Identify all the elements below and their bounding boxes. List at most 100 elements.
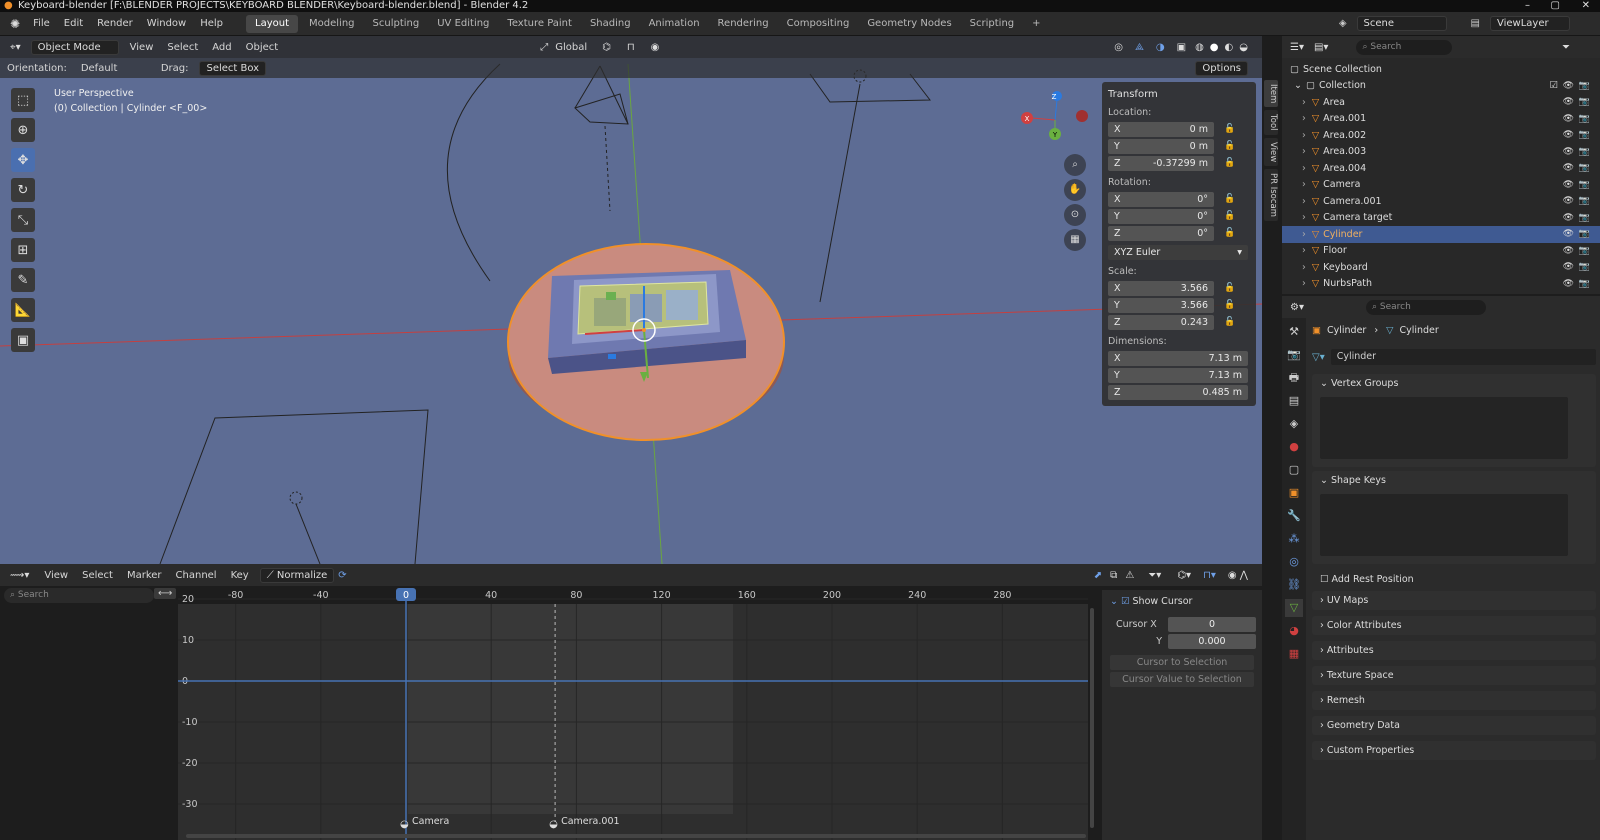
display-mode-icon[interactable]: ▤▾ <box>1314 42 1328 53</box>
visibility-icon[interactable]: ◎ <box>1114 42 1123 53</box>
properties-editor-icon[interactable]: ⚙▾ <box>1290 302 1304 313</box>
render-icon[interactable]: 📷 <box>1579 147 1590 157</box>
lock-icon[interactable]: 🔓 <box>1224 228 1238 238</box>
shape-keys-list[interactable] <box>1320 494 1568 556</box>
material-shading-icon[interactable]: ◐ <box>1225 42 1234 53</box>
outliner-item[interactable]: › ▽ Area.002 👁 📷 <box>1282 127 1600 144</box>
mesh-name-field[interactable]: Cylinder <box>1330 349 1596 365</box>
tab-uv-editing[interactable]: UV Editing <box>428 12 498 36</box>
cursor-tool-icon[interactable]: ⊕ <box>11 118 35 142</box>
cursor-y-field[interactable]: 0.000 <box>1168 634 1256 649</box>
cursor-value-to-selection-button[interactable]: Cursor Value to Selection <box>1110 672 1254 687</box>
collapsed-panel[interactable]: › Texture Space <box>1312 666 1596 685</box>
graph-menu-marker[interactable]: Marker <box>120 570 169 581</box>
outliner-editor-icon[interactable]: ☰▾ <box>1290 42 1304 53</box>
tab-scripting[interactable]: Scripting <box>961 12 1023 36</box>
tab-geometry-nodes[interactable]: Geometry Nodes <box>858 12 960 36</box>
camera-view-icon[interactable]: ⊙ <box>1064 204 1086 226</box>
eye-icon[interactable]: 👁 <box>1563 229 1574 239</box>
particles-tab-icon[interactable]: ⁂ <box>1285 530 1303 548</box>
tab-shading[interactable]: Shading <box>581 12 640 36</box>
expand-icon[interactable]: › <box>1302 262 1306 273</box>
collapsed-panel[interactable]: › Remesh <box>1312 691 1596 710</box>
graph-menu-select[interactable]: Select <box>75 570 120 581</box>
eye-icon[interactable]: 👁 <box>1563 279 1574 289</box>
outliner-item[interactable]: › ▽ Floor 👁 📷 <box>1282 243 1600 260</box>
mode-selector[interactable]: Object Mode <box>30 39 119 55</box>
snapping-icon[interactable]: ⊓▾ <box>1203 570 1216 581</box>
proportional-edit-icon[interactable]: ◉ <box>651 42 660 53</box>
tab-tool[interactable]: Tool <box>1264 110 1278 135</box>
tab-animation[interactable]: Animation <box>640 12 709 36</box>
tab-compositing[interactable]: Compositing <box>778 12 859 36</box>
expand-icon[interactable]: › <box>1302 196 1306 207</box>
render-icon[interactable]: 📷 <box>1579 196 1590 206</box>
solid-shading-icon[interactable]: ● <box>1210 42 1219 53</box>
view-layer-tab-icon[interactable]: ▤ <box>1285 392 1303 410</box>
expand-icon[interactable]: › <box>1302 97 1306 108</box>
normalize-toggle[interactable]: ⟋ Normalize <box>259 567 335 583</box>
options-button[interactable]: Options <box>1195 60 1248 76</box>
vertex-groups-panel[interactable]: ⌄ Vertex Groups <box>1312 374 1596 467</box>
render-icon[interactable]: 📷 <box>1579 279 1590 289</box>
3d-viewport[interactable]: Z X Y ⌖▾ Object Mode View Select Add Obj… <box>0 36 1262 564</box>
transform-tool-icon[interactable]: ⊞ <box>11 238 35 262</box>
menu-file[interactable]: File <box>26 12 57 36</box>
outliner-item[interactable]: › ▽ Camera 👁 📷 <box>1282 177 1600 194</box>
expand-icon[interactable]: › <box>1302 130 1306 141</box>
expand-icon[interactable]: › <box>1302 179 1306 190</box>
tab-view[interactable]: View <box>1264 137 1278 167</box>
orientation-selector[interactable]: Default <box>74 63 154 74</box>
viewport-menu-object[interactable]: Object <box>239 42 286 53</box>
location-x-field[interactable]: X0 m <box>1108 121 1214 137</box>
render-icon[interactable]: 📷 <box>1579 213 1590 223</box>
render-icon[interactable]: 📷 <box>1579 262 1590 272</box>
graph-editor-icon[interactable]: ⟿▾ <box>0 570 37 581</box>
eye-icon[interactable]: 👁 <box>1563 147 1574 157</box>
menu-help[interactable]: Help <box>193 12 230 36</box>
scene-tab-icon[interactable]: ◈ <box>1285 415 1303 433</box>
lock-icon[interactable]: 🔓 <box>1224 317 1238 327</box>
render-icon[interactable]: 📷 <box>1579 180 1590 190</box>
eye-icon[interactable]: 👁 <box>1563 114 1574 124</box>
rotate-tool-icon[interactable]: ↻ <box>11 178 35 202</box>
eye-icon[interactable]: 👁 <box>1563 97 1574 107</box>
show-cursor-checkbox[interactable]: ⌄ ☑ Show Cursor <box>1102 590 1262 613</box>
rendered-shading-icon[interactable]: ◒ <box>1239 42 1248 53</box>
add-cube-tool-icon[interactable]: ▣ <box>11 328 35 352</box>
outliner-item[interactable]: › ▽ Camera target 👁 📷 <box>1282 210 1600 227</box>
eye-icon[interactable]: 👁 <box>1563 246 1574 256</box>
expand-icon[interactable]: › <box>1302 212 1306 223</box>
tool-tab-icon[interactable]: ⚒ <box>1285 323 1303 341</box>
render-icon[interactable]: 📷 <box>1579 130 1590 140</box>
blender-menu-icon[interactable]: ✺ <box>0 17 26 31</box>
outliner-item[interactable]: › ▽ Area.003 👁 📷 <box>1282 144 1600 161</box>
world-tab-icon[interactable]: ● <box>1285 438 1303 456</box>
select-tool-icon[interactable]: ⬚ <box>11 88 35 112</box>
xray-icon[interactable]: ▣ <box>1177 42 1186 53</box>
transform-orientation-selector[interactable]: Global <box>548 42 594 53</box>
measure-tool-icon[interactable]: 📐 <box>11 298 35 322</box>
collapsed-panel[interactable]: › Geometry Data <box>1312 716 1596 735</box>
close-icon[interactable]: ✕ <box>1582 0 1590 12</box>
expand-icon[interactable]: › <box>1302 146 1306 157</box>
collapsed-panel[interactable]: › Custom Properties <box>1312 741 1596 760</box>
expand-icon[interactable]: › <box>1302 113 1306 124</box>
dimensions-y-field[interactable]: Y 7.13 m <box>1108 367 1248 383</box>
tab-item[interactable]: Item <box>1264 80 1278 108</box>
eye-icon[interactable]: 👁 <box>1563 196 1574 206</box>
cursor-x-field[interactable]: 0 <box>1168 617 1256 632</box>
only-selected-icon[interactable]: ⬈ <box>1094 570 1102 581</box>
expand-icon[interactable]: › <box>1302 229 1306 240</box>
rotation-mode-selector[interactable]: XYZ Euler ▾ <box>1108 244 1248 260</box>
overlays-icon[interactable]: ◑ <box>1156 42 1165 53</box>
outliner-collection[interactable]: ⌄ ▢ Collection ☑ 👁 📷 <box>1282 78 1600 95</box>
scale-x-field[interactable]: X 3.566 <box>1108 280 1214 296</box>
add-workspace-button[interactable]: + <box>1023 12 1049 36</box>
pan-icon[interactable]: ✋ <box>1064 179 1086 201</box>
eye-icon[interactable]: 👁 <box>1563 180 1574 190</box>
eye-icon[interactable]: 👁 <box>1563 130 1574 140</box>
render-icon[interactable]: 📷 <box>1579 114 1590 124</box>
scale-y-field[interactable]: Y 3.566 <box>1108 297 1214 313</box>
menu-render[interactable]: Render <box>90 12 140 36</box>
